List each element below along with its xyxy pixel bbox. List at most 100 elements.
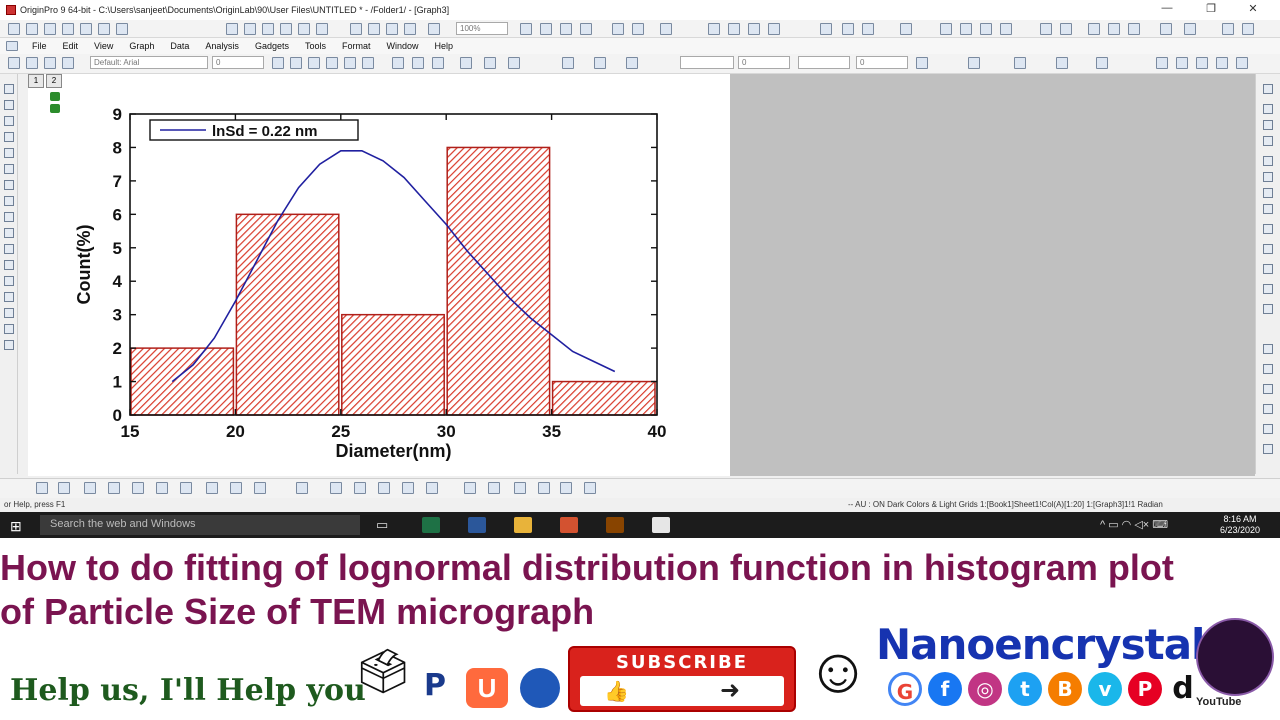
- align-center-icon[interactable]: [484, 57, 496, 69]
- arrange-icon[interactable]: [1056, 57, 1068, 69]
- recalculate-icon[interactable]: [404, 23, 416, 35]
- windows-start-icon[interactable]: ⊞: [10, 518, 22, 535]
- font-color-icon[interactable]: [508, 57, 520, 69]
- template-icon[interactable]: [254, 482, 266, 494]
- histogram-chart[interactable]: 012345678915 20 25 30 35 40Diameter(nm)Count(…: [28, 74, 730, 476]
- superscript-icon[interactable]: [326, 57, 338, 69]
- menu-file[interactable]: File: [24, 41, 55, 51]
- menu-format[interactable]: Format: [334, 41, 379, 51]
- 3d-ribbon-icon[interactable]: [402, 482, 414, 494]
- zoom-tool-icon[interactable]: [4, 100, 14, 110]
- subscribe-banner[interactable]: SUBSCRIBE 👍 ➜: [568, 646, 796, 712]
- add-right-y-icon[interactable]: [1263, 136, 1273, 146]
- new-layout-icon[interactable]: [98, 23, 110, 35]
- import-icon[interactable]: [316, 23, 328, 35]
- powerpoint-app-icon[interactable]: [560, 517, 578, 533]
- duplicate-icon[interactable]: [540, 23, 552, 35]
- group-icon[interactable]: [1222, 23, 1234, 35]
- send-back-icon[interactable]: [538, 482, 550, 494]
- open-template-icon[interactable]: [244, 23, 256, 35]
- system-tray-icons[interactable]: ^ ▭ ◠ ◁× ⌨: [1100, 518, 1168, 531]
- pointer-icon[interactable]: [8, 57, 20, 69]
- axis-right-icon[interactable]: [1263, 204, 1273, 214]
- greek-icon[interactable]: [392, 57, 404, 69]
- font-size-combo[interactable]: 0: [212, 56, 264, 69]
- region-tool-icon[interactable]: [4, 308, 14, 318]
- box-plot-icon[interactable]: [230, 482, 242, 494]
- 3d-scatter-icon[interactable]: [354, 482, 366, 494]
- table-insert-icon[interactable]: [1263, 304, 1273, 314]
- fill-value-combo[interactable]: 0: [856, 56, 908, 69]
- decrease-font-icon[interactable]: [432, 57, 444, 69]
- menu-view[interactable]: View: [86, 41, 121, 51]
- screen-reader-tool-icon[interactable]: [4, 132, 14, 142]
- file-explorer-icon[interactable]: [514, 517, 532, 533]
- group-objects-icon[interactable]: [560, 482, 572, 494]
- line-tool-icon[interactable]: [4, 260, 14, 270]
- taskbar-clock[interactable]: 8:16 AM 6/23/2020: [1210, 514, 1270, 536]
- sum-icon[interactable]: [820, 23, 832, 35]
- screen-reader-icon[interactable]: [1216, 57, 1228, 69]
- import-wizard-icon[interactable]: [350, 23, 362, 35]
- rescale-icon[interactable]: [560, 23, 572, 35]
- timestamp-icon[interactable]: [1263, 244, 1273, 254]
- new-notes-icon[interactable]: [116, 23, 128, 35]
- menu-tools[interactable]: Tools: [297, 41, 334, 51]
- export-icon[interactable]: [298, 23, 310, 35]
- new-graph-icon[interactable]: [44, 23, 56, 35]
- align-icon[interactable]: [1096, 57, 1108, 69]
- new-workbook-icon[interactable]: [26, 23, 38, 35]
- menu-data[interactable]: Data: [162, 41, 197, 51]
- draw-data-tool-icon[interactable]: [4, 180, 14, 190]
- arrow-tool-icon[interactable]: [4, 244, 14, 254]
- subscript-icon[interactable]: [344, 57, 356, 69]
- pointer-tool-icon[interactable]: [4, 84, 14, 94]
- merge-icon[interactable]: [1263, 344, 1273, 354]
- 3d-wall-icon[interactable]: [426, 482, 438, 494]
- new-project-icon[interactable]: [8, 23, 20, 35]
- data-reader-tool-icon[interactable]: [4, 148, 14, 158]
- add-graph-icon[interactable]: [768, 23, 780, 35]
- new-matrix-icon[interactable]: [62, 23, 74, 35]
- axis-left-icon[interactable]: [1263, 188, 1273, 198]
- area-plot-icon[interactable]: [132, 482, 144, 494]
- column-chart-icon[interactable]: [108, 482, 120, 494]
- link-icon[interactable]: [1263, 424, 1273, 434]
- rotate-tool-icon[interactable]: [4, 212, 14, 222]
- scale-tool-icon[interactable]: [4, 116, 14, 126]
- code-builder-icon[interactable]: [660, 23, 672, 35]
- add-matrix-icon[interactable]: [748, 23, 760, 35]
- pie-chart-icon[interactable]: [156, 482, 168, 494]
- polygon-tool-icon[interactable]: [4, 292, 14, 302]
- text-tool-icon[interactable]: [4, 228, 14, 238]
- grid-toggle-icon[interactable]: [916, 57, 928, 69]
- import-multiple-icon[interactable]: [386, 23, 398, 35]
- save-project-icon[interactable]: [262, 23, 274, 35]
- fill-color-icon[interactable]: [26, 57, 38, 69]
- add-layer-icon[interactable]: [1263, 104, 1273, 114]
- menu-analysis[interactable]: Analysis: [197, 41, 247, 51]
- extract-icon[interactable]: [1263, 364, 1273, 374]
- arrange-layers-icon[interactable]: [1263, 404, 1273, 414]
- menu-window[interactable]: Window: [379, 41, 427, 51]
- font-combo[interactable]: Default: Arial: [90, 56, 208, 69]
- stats-icon[interactable]: [842, 23, 854, 35]
- insert-graph-icon[interactable]: [4, 340, 14, 350]
- set-y-icon[interactable]: [1060, 23, 1072, 35]
- regional-mask-tool-icon[interactable]: [4, 196, 14, 206]
- disregard-icon[interactable]: [1184, 23, 1196, 35]
- border-combo[interactable]: [798, 56, 850, 69]
- distribute-icon[interactable]: [488, 482, 500, 494]
- pattern-icon[interactable]: [44, 57, 56, 69]
- reader-icon[interactable]: [1196, 57, 1208, 69]
- 3d-wire-icon[interactable]: [378, 482, 390, 494]
- layer-icon[interactable]: [1014, 57, 1026, 69]
- clear-icon[interactable]: [1088, 23, 1100, 35]
- fill-bucket-icon[interactable]: [562, 57, 574, 69]
- freehand-tool-icon[interactable]: [4, 324, 14, 334]
- word-app-icon[interactable]: [468, 517, 486, 533]
- clock-icon[interactable]: [1263, 284, 1273, 294]
- grouped-icon[interactable]: [1000, 23, 1012, 35]
- style-icon[interactable]: [62, 57, 74, 69]
- axis-bottom-icon[interactable]: [1263, 156, 1273, 166]
